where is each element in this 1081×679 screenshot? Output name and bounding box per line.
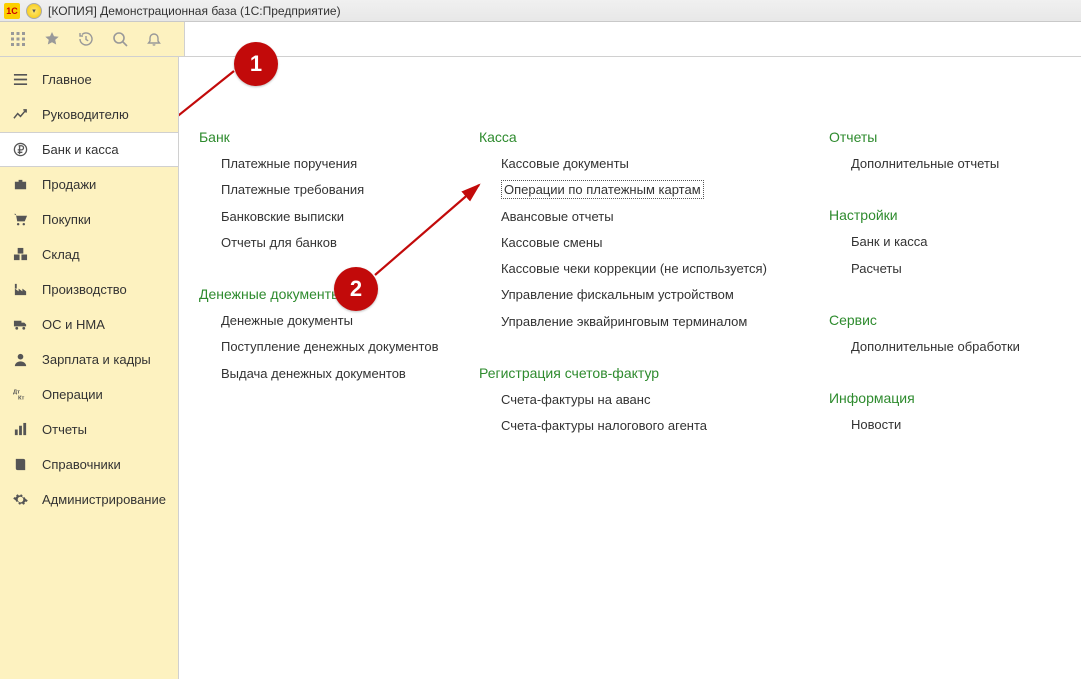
person-icon — [12, 352, 28, 368]
sidebar-item-label: ОС и НМА — [42, 317, 105, 332]
sidebar-item-label: Справочники — [42, 457, 121, 472]
gear-icon — [12, 492, 28, 508]
section-title-invoice-reg[interactable]: Регистрация счетов-фактур — [479, 363, 829, 387]
history-icon[interactable] — [78, 31, 94, 47]
menu-icon — [12, 72, 28, 88]
sidebar-item-label: Руководителю — [42, 107, 129, 122]
column-3: Отчеты Дополнительные отчеты Настройки Б… — [829, 127, 1079, 467]
link-money-docs-issue[interactable]: Выдача денежных документов — [221, 361, 479, 387]
sidebar: Главное Руководителю Банк и касса Продаж… — [0, 57, 179, 679]
bar-chart-icon — [12, 422, 28, 438]
link-fiscal-device[interactable]: Управление фискальным устройством — [501, 282, 829, 308]
sidebar-item-hr[interactable]: Зарплата и кадры — [0, 342, 178, 377]
ruble-icon — [12, 142, 28, 158]
section-title-info[interactable]: Информация — [829, 388, 1079, 412]
body: Главное Руководителю Банк и касса Продаж… — [0, 57, 1081, 679]
sidebar-item-label: Администрирование — [42, 492, 166, 507]
content-area: 1 2 Банк Платежные поручения Платежные т… — [179, 57, 1081, 679]
briefcase-icon — [12, 177, 28, 193]
link-additional-reports[interactable]: Дополнительные отчеты — [851, 151, 1079, 177]
section-title-reports[interactable]: Отчеты — [829, 127, 1079, 151]
app-menu-dropdown[interactable]: ▾ — [26, 3, 42, 19]
debit-credit-icon: ДтКт — [12, 387, 28, 403]
link-cash-shifts[interactable]: Кассовые смены — [501, 230, 829, 256]
link-settings-bank-cash[interactable]: Банк и касса — [851, 229, 1079, 255]
link-money-documents[interactable]: Денежные документы — [221, 308, 479, 334]
annotation-marker-2: 2 — [334, 267, 378, 311]
sidebar-item-label: Банк и касса — [42, 142, 119, 157]
section-title-bank[interactable]: Банк — [199, 127, 479, 151]
sidebar-item-label: Продажи — [42, 177, 96, 192]
sidebar-item-manager[interactable]: Руководителю — [0, 97, 178, 132]
sidebar-item-label: Производство — [42, 282, 127, 297]
sidebar-item-label: Операции — [42, 387, 103, 402]
sidebar-item-operations[interactable]: ДтКт Операции — [0, 377, 178, 412]
sidebar-item-purchases[interactable]: Покупки — [0, 202, 178, 237]
link-advance-invoices[interactable]: Счета-фактуры на аванс — [501, 387, 829, 413]
apps-icon[interactable] — [10, 31, 26, 47]
factory-icon — [12, 282, 28, 298]
link-news[interactable]: Новости — [851, 412, 1079, 438]
sidebar-item-label: Покупки — [42, 212, 91, 227]
boxes-icon — [12, 247, 28, 263]
link-settings-payments[interactable]: Расчеты — [851, 256, 1079, 282]
section-title-service[interactable]: Сервис — [829, 310, 1079, 334]
link-advance-reports[interactable]: Авансовые отчеты — [501, 204, 829, 230]
search-icon[interactable] — [112, 31, 128, 47]
annotation-marker-1: 1 — [234, 42, 278, 86]
link-additional-processing[interactable]: Дополнительные обработки — [851, 334, 1079, 360]
link-correction-receipts[interactable]: Кассовые чеки коррекции (не используется… — [501, 256, 829, 282]
link-tax-agent-invoices[interactable]: Счета-фактуры налогового агента — [501, 413, 829, 439]
truck-icon — [12, 317, 28, 333]
sidebar-item-label: Отчеты — [42, 422, 87, 437]
sidebar-item-assets[interactable]: ОС и НМА — [0, 307, 178, 342]
link-card-operations[interactable]: Операции по платежным картам — [501, 177, 829, 203]
cart-icon — [12, 212, 28, 228]
sidebar-item-reports[interactable]: Отчеты — [0, 412, 178, 447]
star-icon[interactable] — [44, 31, 60, 47]
link-money-docs-receipt[interactable]: Поступление денежных документов — [221, 334, 479, 360]
chart-line-icon — [12, 107, 28, 123]
sidebar-item-bank-cash[interactable]: Банк и касса — [0, 132, 178, 167]
section-title-settings[interactable]: Настройки — [829, 205, 1079, 229]
link-acquiring-terminal[interactable]: Управление эквайринговым терминалом — [501, 309, 829, 335]
section-title-cash[interactable]: Касса — [479, 127, 829, 151]
link-payment-orders[interactable]: Платежные поручения — [221, 151, 479, 177]
sidebar-item-warehouse[interactable]: Склад — [0, 237, 178, 272]
book-icon — [12, 457, 28, 473]
svg-text:Кт: Кт — [18, 396, 25, 402]
link-cash-documents[interactable]: Кассовые документы — [501, 151, 829, 177]
title-bar: 1C ▾ [КОПИЯ] Демонстрационная база (1С:П… — [0, 0, 1081, 22]
sidebar-item-label: Зарплата и кадры — [42, 352, 151, 367]
sidebar-item-directories[interactable]: Справочники — [0, 447, 178, 482]
toolbar-left — [0, 22, 185, 56]
sidebar-item-admin[interactable]: Администрирование — [0, 482, 178, 517]
window-title: [КОПИЯ] Демонстрационная база (1С:Предпр… — [48, 4, 341, 18]
bell-icon[interactable] — [146, 31, 162, 47]
top-toolbar — [0, 22, 1081, 57]
link-bank-statements[interactable]: Банковские выписки — [221, 204, 479, 230]
link-payment-requests[interactable]: Платежные требования — [221, 177, 479, 203]
sidebar-item-sales[interactable]: Продажи — [0, 167, 178, 202]
sidebar-item-label: Главное — [42, 72, 92, 87]
sidebar-item-main[interactable]: Главное — [0, 62, 178, 97]
sidebar-item-production[interactable]: Производство — [0, 272, 178, 307]
link-reports-for-banks[interactable]: Отчеты для банков — [221, 230, 479, 256]
sidebar-item-label: Склад — [42, 247, 80, 262]
column-2: Касса Кассовые документы Операции по пла… — [479, 127, 829, 467]
app-logo-icon: 1C — [4, 3, 20, 19]
